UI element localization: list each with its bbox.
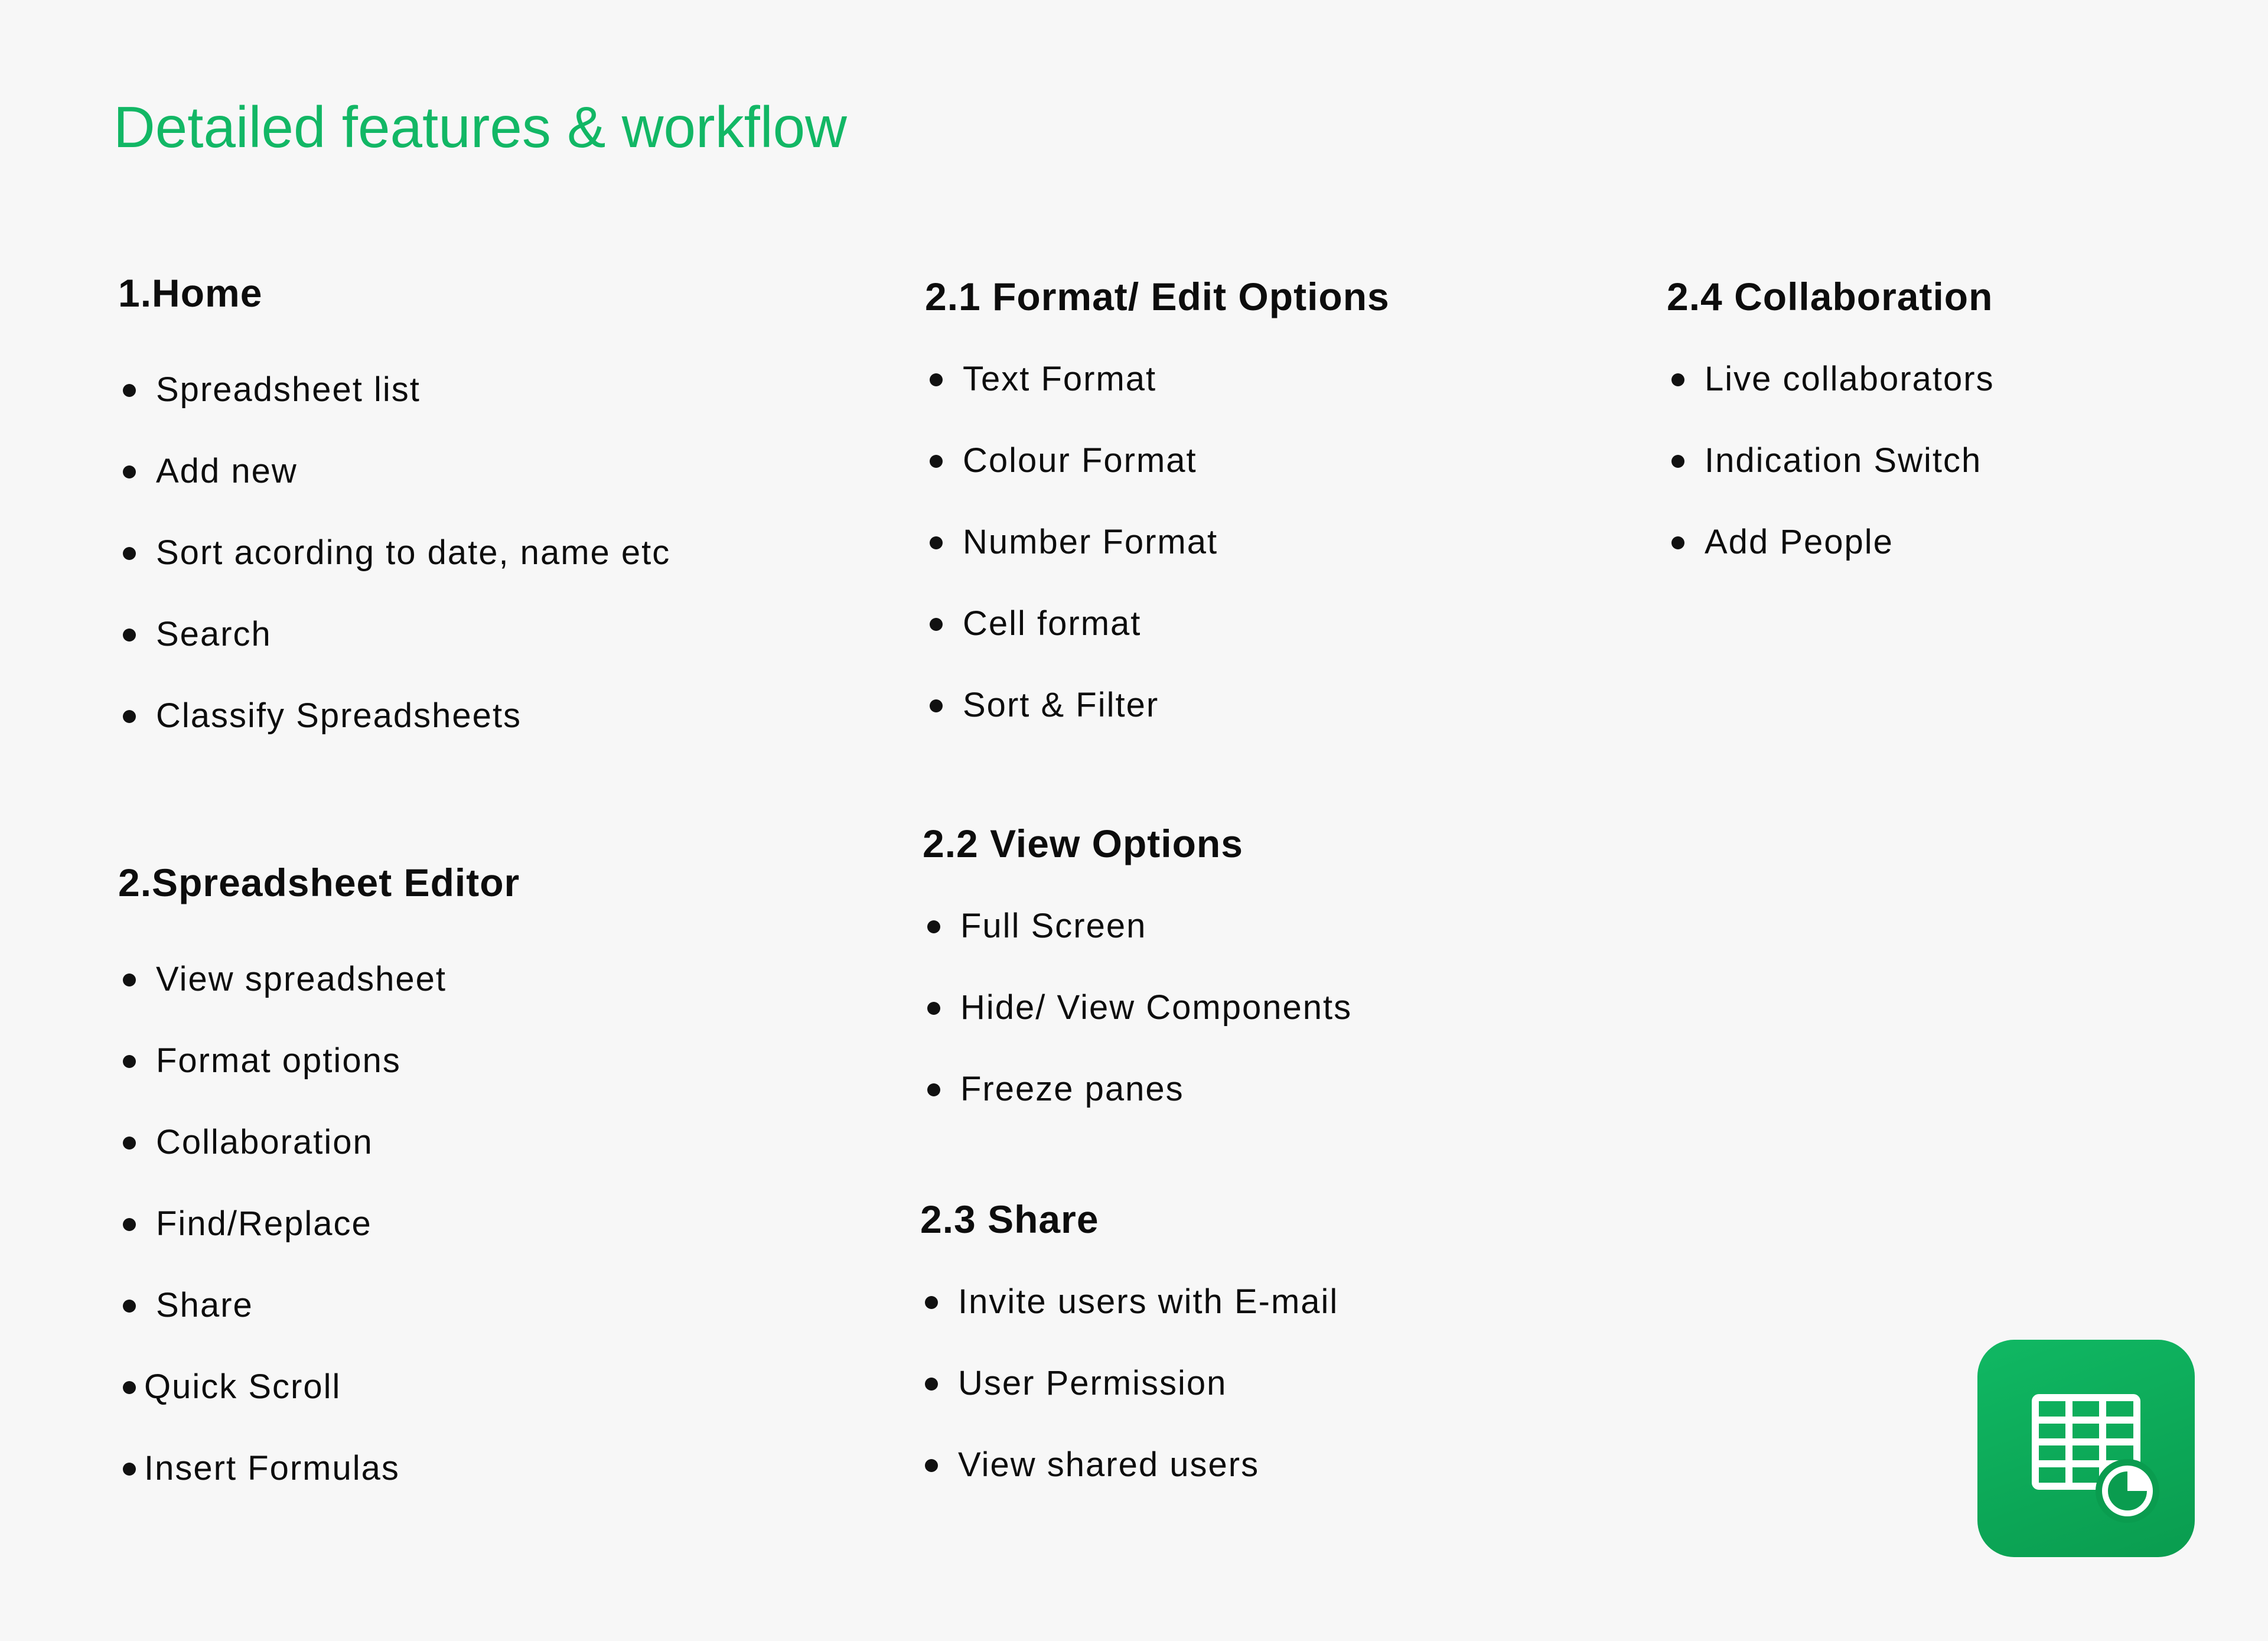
feature-list-editor: View spreadsheet Format options Collabor… — [118, 939, 886, 1509]
section-heading-view: 2.2 View Options — [923, 822, 1243, 865]
section-heading-home: 1.Home — [118, 271, 263, 315]
list-item: View shared users — [920, 1424, 1688, 1506]
section-view-options: 2.2 View Options Full Screen Hide/ View … — [923, 822, 1690, 1130]
section-editor: 2.Spreadsheet Editor View spreadsheet Fo… — [118, 861, 886, 1509]
section-format-options: 2.1 Format/ Edit Options Text Format Col… — [925, 275, 1693, 746]
list-item: Freeze panes — [923, 1049, 1690, 1130]
list-item: Colour Format — [925, 420, 1693, 502]
list-item: Sort & Filter — [925, 665, 1693, 746]
list-item: Invite users with E-mail — [920, 1261, 1688, 1343]
list-item: User Permission — [920, 1343, 1688, 1424]
feature-list-collaboration: Live collaborators Indication Switch Add… — [1667, 338, 2268, 583]
list-item: Classify Spreadsheets — [118, 675, 886, 757]
list-item: Search — [118, 594, 886, 675]
list-item: Hide/ View Components — [923, 967, 1690, 1049]
spreadsheet-chart-icon — [1977, 1340, 2195, 1557]
list-item: Number Format — [925, 502, 1693, 583]
section-heading-editor: 2.Spreadsheet Editor — [118, 861, 520, 904]
list-item: Sort acording to date, name etc — [118, 512, 886, 594]
list-item: Share — [118, 1265, 886, 1346]
section-collaboration: 2.4 Collaboration Live collaborators Ind… — [1667, 275, 2268, 583]
list-item: Collaboration — [118, 1102, 886, 1183]
section-share: 2.3 Share Invite users with E-mail User … — [920, 1198, 1688, 1506]
section-heading-collaboration: 2.4 Collaboration — [1667, 275, 1993, 318]
list-item: Live collaborators — [1667, 338, 2268, 420]
list-item: View spreadsheet — [118, 939, 886, 1020]
list-item: Cell format — [925, 583, 1693, 665]
list-item: Text Format — [925, 338, 1693, 420]
list-item: Find/Replace — [118, 1183, 886, 1265]
section-heading-format: 2.1 Format/ Edit Options — [925, 275, 1390, 318]
list-item: Quick Scroll — [118, 1346, 886, 1428]
list-item: Insert Formulas — [118, 1428, 886, 1509]
feature-list-home: Spreadsheet list Add new Sort acording t… — [118, 349, 886, 757]
list-item: Add new — [118, 431, 886, 512]
list-item: Format options — [118, 1020, 886, 1102]
section-home: 1.Home Spreadsheet list Add new Sort aco… — [118, 272, 886, 757]
list-item: Full Screen — [923, 885, 1690, 967]
feature-list-share: Invite users with E-mail User Permission… — [920, 1261, 1688, 1506]
section-heading-share: 2.3 Share — [920, 1197, 1099, 1241]
list-item: Spreadsheet list — [118, 349, 886, 431]
feature-list-format: Text Format Colour Format Number Format … — [925, 338, 1693, 746]
list-item: Indication Switch — [1667, 420, 2268, 502]
list-item: Add People — [1667, 502, 2268, 583]
page-title: Detailed features & workflow — [113, 95, 847, 159]
feature-list-view: Full Screen Hide/ View Components Freeze… — [923, 885, 1690, 1130]
